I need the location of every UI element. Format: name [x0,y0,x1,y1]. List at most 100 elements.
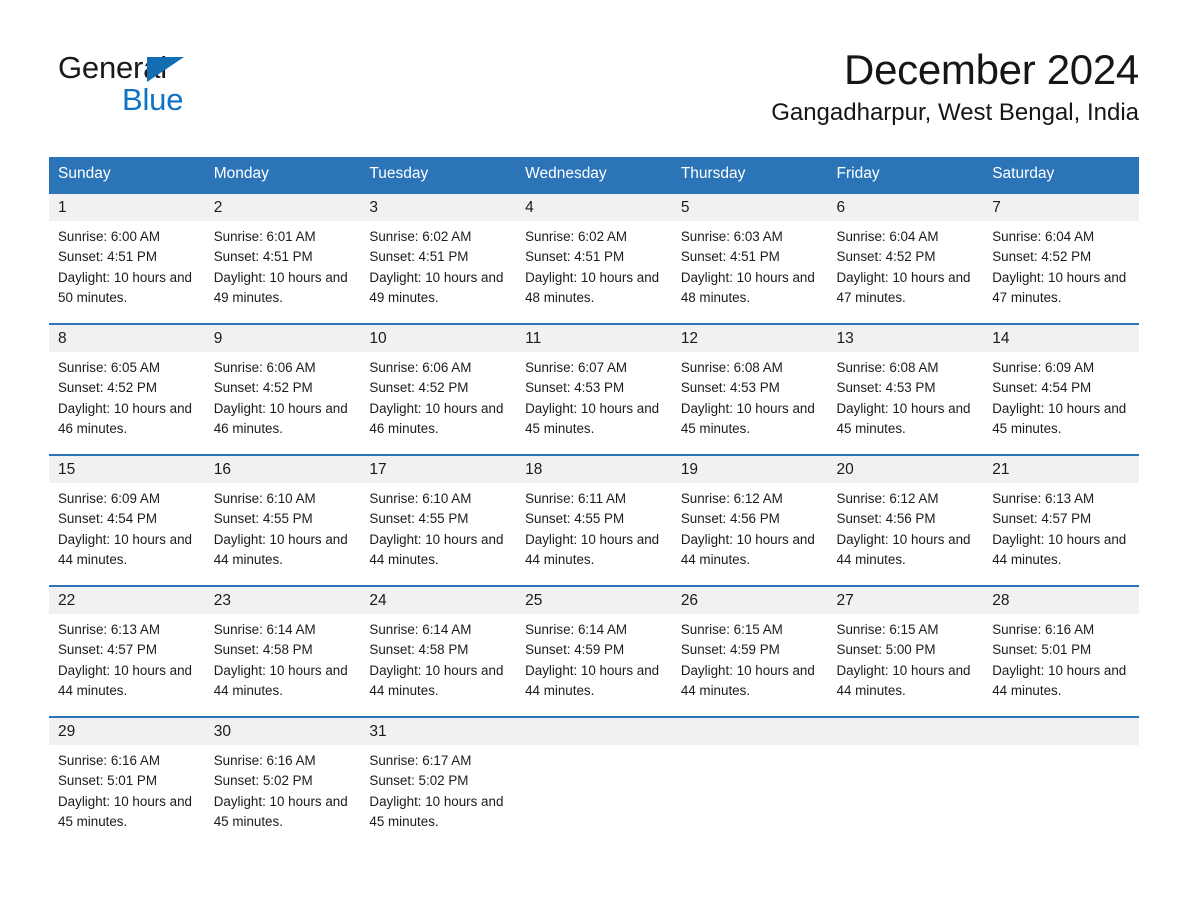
day-details: Sunrise: 6:04 AM Sunset: 4:52 PM Daylight:… [983,221,1139,309]
daylight-text: Daylight: 10 hours and 44 minutes. [525,531,660,567]
sunset-text: Sunset: 4:51 PM [525,249,625,265]
day-details [516,745,672,751]
day-number: 25 [516,586,672,614]
calendar-day-cell[interactable]: 20 Sunrise: 6:12 AM Sunset: 4:56 PM Dayligh… [827,453,984,586]
daylight-text: Daylight: 10 hours and 44 minutes. [836,531,971,567]
calendar-day-cell[interactable]: 30 Sunrise: 6:16 AM Sunset: 5:02 PM Dayligh… [204,715,361,847]
sunrise-text: Sunrise: 6:06 AM [369,359,472,375]
day-number: 14 [983,324,1139,352]
day-number: 11 [516,324,672,352]
sunset-text: Sunset: 4:51 PM [213,249,313,265]
calendar-day-cell[interactable]: 5 Sunrise: 6:03 AM Sunset: 4:51 PM Daylight… [671,191,828,324]
daylight-text: Daylight: 10 hours and 44 minutes. [525,662,660,698]
sunrise-text: Sunrise: 6:12 AM [680,490,783,506]
day-details: Sunrise: 6:00 AM Sunset: 4:51 PM Daylight:… [49,221,205,309]
calendar-day-cell[interactable]: 15 Sunrise: 6:09 AM Sunset: 4:54 PM Dayligh… [49,453,205,586]
daylight-text: Daylight: 10 hours and 46 minutes. [58,400,192,436]
day-details: Sunrise: 6:16 AM Sunset: 5:01 PM Daylight:… [49,745,205,833]
sunset-text: Sunset: 4:57 PM [992,511,1092,527]
calendar-day-cell[interactable]: 25 Sunrise: 6:14 AM Sunset: 4:59 PM Dayligh… [516,584,672,717]
calendar-day-cell[interactable]: 23 Sunrise: 6:14 AM Sunset: 4:58 PM Dayligh… [204,584,361,717]
day-number [516,717,672,745]
day-number: 8 [49,324,205,352]
sunrise-sunset-calendar-table: Sunday Monday Tuesday Wednesday Thursday… [49,157,1139,847]
day-details: Sunrise: 6:01 AM Sunset: 4:51 PM Daylight:… [205,221,361,309]
daylight-text: Daylight: 10 hours and 47 minutes. [836,269,971,305]
day-details: Sunrise: 6:03 AM Sunset: 4:51 PM Daylight:… [672,221,828,309]
day-details: Sunrise: 6:12 AM Sunset: 4:56 PM Daylight:… [828,483,984,571]
day-details: Sunrise: 6:09 AM Sunset: 4:54 PM Daylight:… [49,483,205,571]
calendar-day-cell[interactable]: 28 Sunrise: 6:16 AM Sunset: 5:01 PM Dayligh… [983,584,1139,717]
day-number: 1 [49,193,205,221]
sunrise-text: Sunrise: 6:14 AM [369,621,472,637]
page-title: December 2024 [844,46,1139,93]
calendar-day-cell[interactable]: 1 Sunrise: 6:00 AM Sunset: 4:51 PM Daylight… [49,191,205,324]
day-details: Sunrise: 6:08 AM Sunset: 4:53 PM Daylight:… [672,352,828,440]
calendar-day-cell[interactable]: 7 Sunrise: 6:04 AM Sunset: 4:52 PM Daylight… [983,191,1139,324]
sunset-text: Sunset: 4:52 PM [992,249,1092,265]
calendar-week-row: 8 Sunrise: 6:05 AM Sunset: 4:52 PM Daylight… [49,322,1139,455]
day-details: Sunrise: 6:16 AM Sunset: 5:01 PM Daylight:… [983,614,1139,702]
sunrise-text: Sunrise: 6:00 AM [58,228,160,244]
calendar-day-cell[interactable]: 6 Sunrise: 6:04 AM Sunset: 4:52 PM Daylight… [827,191,984,324]
day-details: Sunrise: 6:05 AM Sunset: 4:52 PM Daylight:… [49,352,205,440]
calendar-day-cell[interactable]: 10 Sunrise: 6:06 AM Sunset: 4:52 PM Dayligh… [360,322,517,455]
calendar-day-cell[interactable]: 2 Sunrise: 6:01 AM Sunset: 4:51 PM Daylight… [204,191,361,324]
day-details: Sunrise: 6:13 AM Sunset: 4:57 PM Daylight:… [49,614,205,702]
day-details: Sunrise: 6:06 AM Sunset: 4:52 PM Daylight:… [205,352,361,440]
calendar-day-cell[interactable]: 3 Sunrise: 6:02 AM Sunset: 4:51 PM Daylight… [360,191,517,324]
calendar-day-cell[interactable]: 31 Sunrise: 6:17 AM Sunset: 5:02 PM Dayligh… [360,715,517,847]
page-header: General Blue December 2024 Gangadharpur,… [0,0,1188,127]
day-details [983,745,1139,751]
logo-text-blue: Blue [122,82,184,117]
calendar-day-cell[interactable]: 18 Sunrise: 6:11 AM Sunset: 4:55 PM Dayligh… [516,453,672,586]
daylight-text: Daylight: 10 hours and 48 minutes. [525,269,660,305]
sunset-text: Sunset: 4:55 PM [525,511,625,527]
calendar-day-cell[interactable]: 29 Sunrise: 6:16 AM Sunset: 5:01 PM Dayligh… [49,715,205,847]
day-details: Sunrise: 6:14 AM Sunset: 4:58 PM Daylight:… [205,614,361,702]
daylight-text: Daylight: 10 hours and 46 minutes. [213,400,348,436]
sunrise-text: Sunrise: 6:14 AM [213,621,316,637]
weekday-header-friday: Friday [827,157,984,193]
general-blue-logo: General Blue [58,52,218,118]
day-details: Sunrise: 6:15 AM Sunset: 4:59 PM Daylight:… [672,614,828,702]
calendar-day-cell[interactable]: 19 Sunrise: 6:12 AM Sunset: 4:56 PM Dayligh… [671,453,828,586]
day-details: Sunrise: 6:10 AM Sunset: 4:55 PM Daylight:… [360,483,516,571]
sunset-text: Sunset: 4:56 PM [680,511,780,527]
calendar-day-cell[interactable]: 14 Sunrise: 6:09 AM Sunset: 4:54 PM Dayligh… [983,322,1139,455]
sunrise-text: Sunrise: 6:15 AM [836,621,939,637]
calendar-day-cell[interactable]: 21 Sunrise: 6:13 AM Sunset: 4:57 PM Dayligh… [983,453,1139,586]
calendar-day-cell[interactable]: 13 Sunrise: 6:08 AM Sunset: 4:53 PM Dayligh… [827,322,984,455]
daylight-text: Daylight: 10 hours and 44 minutes. [680,531,815,567]
calendar-day-cell[interactable]: 24 Sunrise: 6:14 AM Sunset: 4:58 PM Dayligh… [360,584,517,717]
calendar-day-cell[interactable]: 16 Sunrise: 6:10 AM Sunset: 4:55 PM Dayligh… [204,453,361,586]
sunrise-text: Sunrise: 6:01 AM [213,228,316,244]
calendar-day-cell[interactable]: 27 Sunrise: 6:15 AM Sunset: 5:00 PM Dayligh… [827,584,984,717]
calendar-day-cell-empty [516,715,672,847]
calendar-day-cell[interactable]: 26 Sunrise: 6:15 AM Sunset: 4:59 PM Dayligh… [671,584,828,717]
day-number: 22 [49,586,205,614]
day-number: 26 [671,586,828,614]
calendar-week-row: 1 Sunrise: 6:00 AM Sunset: 4:51 PM Daylight… [49,191,1139,324]
calendar-day-cell[interactable]: 12 Sunrise: 6:08 AM Sunset: 4:53 PM Dayligh… [671,322,828,455]
sunset-text: Sunset: 4:56 PM [836,511,936,527]
weekday-header-wednesday: Wednesday [516,157,672,193]
day-number: 16 [204,455,361,483]
day-number: 20 [827,455,984,483]
calendar-day-cell[interactable]: 11 Sunrise: 6:07 AM Sunset: 4:53 PM Dayligh… [516,322,672,455]
day-number [671,717,828,745]
calendar-day-cell[interactable]: 8 Sunrise: 6:05 AM Sunset: 4:52 PM Daylight… [49,322,205,455]
sunset-text: Sunset: 4:55 PM [213,511,313,527]
daylight-text: Daylight: 10 hours and 50 minutes. [58,269,192,305]
calendar-day-cell[interactable]: 9 Sunrise: 6:06 AM Sunset: 4:52 PM Daylight… [204,322,361,455]
calendar-day-cell[interactable]: 4 Sunrise: 6:02 AM Sunset: 4:51 PM Daylight… [516,191,672,324]
sunrise-text: Sunrise: 6:12 AM [836,490,939,506]
day-number: 2 [204,193,361,221]
weekday-header-monday: Monday [204,157,361,193]
sunset-text: Sunset: 4:52 PM [369,380,469,396]
sunrise-text: Sunrise: 6:07 AM [525,359,628,375]
daylight-text: Daylight: 10 hours and 44 minutes. [369,662,504,698]
calendar-day-cell[interactable]: 17 Sunrise: 6:10 AM Sunset: 4:55 PM Dayligh… [360,453,517,586]
calendar-day-cell[interactable]: 22 Sunrise: 6:13 AM Sunset: 4:57 PM Dayligh… [49,584,205,717]
sunrise-text: Sunrise: 6:17 AM [369,752,472,768]
